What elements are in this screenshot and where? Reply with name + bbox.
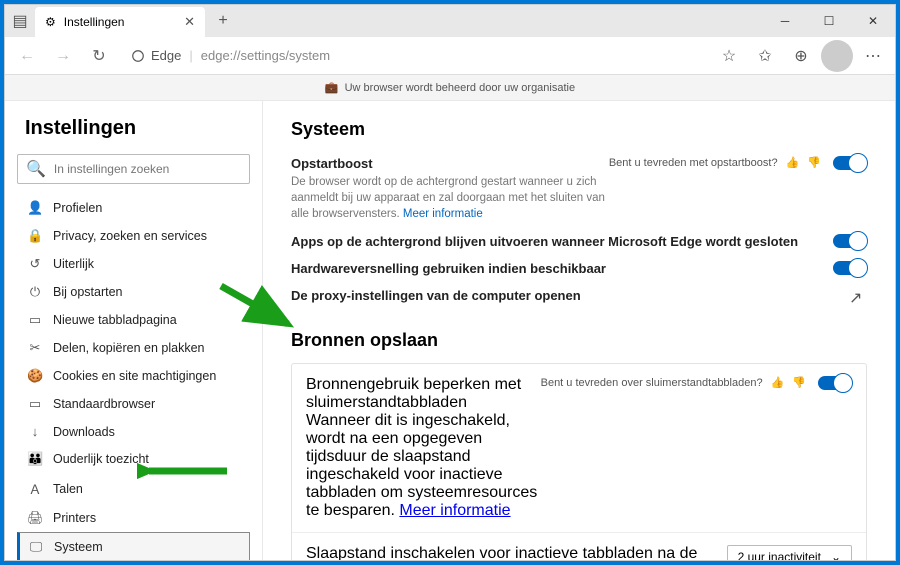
paint-icon: ↺ — [27, 256, 43, 272]
favorites-icon[interactable]: ✩ — [749, 40, 781, 72]
search-input[interactable] — [54, 162, 241, 176]
monitor-icon: 🖵 — [28, 539, 44, 555]
read-aloud-icon[interactable]: ☆ — [713, 40, 745, 72]
sleep-after-label: Slaapstand inschakelen voor inactieve ta… — [306, 545, 727, 560]
forward-button[interactable]: → — [47, 40, 79, 72]
gear-icon: ⚙ — [45, 15, 56, 29]
app-menu-icon[interactable]: ▤ — [5, 5, 35, 37]
sidebar-item-printers[interactable]: 🖨Printers — [17, 504, 250, 532]
hw-accel-label: Hardwareversnelling gebruiken indien bes… — [291, 261, 821, 276]
sidebar-item-downloads[interactable]: ↓Downloads — [17, 418, 250, 445]
bg-apps-toggle[interactable] — [833, 234, 867, 248]
resources-card: Bronnengebruik beperken met sluimerstand… — [291, 363, 867, 560]
download-icon: ↓ — [27, 424, 43, 439]
browser-tab[interactable]: ⚙ Instellingen ✕ — [35, 7, 205, 37]
maximize-button[interactable]: ☐ — [807, 5, 851, 37]
close-button[interactable]: ✕ — [851, 5, 895, 37]
proxy-label: De proxy-instellingen van de computer op… — [291, 288, 837, 303]
sidebar-item-cookies[interactable]: 🍪Cookies en site machtigingen — [17, 362, 250, 390]
sleeping-feedback: Bent u tevreden over sluimerstandtabblad… — [541, 376, 806, 389]
sleep-duration-select[interactable]: 2 uur inactiviteit ⌄ — [727, 545, 852, 560]
reload-button[interactable]: ↻ — [83, 40, 115, 72]
copy-icon: ✂ — [27, 340, 43, 356]
sidebar-item-privacy[interactable]: 🔒Privacy, zoeken en services — [17, 222, 250, 250]
printer-icon: 🖨 — [27, 510, 43, 526]
collections-icon[interactable]: ⊕ — [785, 40, 817, 72]
menu-button[interactable]: ⋯ — [857, 40, 889, 72]
thumbs-down-icon[interactable]: 👎 — [807, 156, 821, 169]
sleeping-more-link[interactable]: Meer informatie — [399, 502, 510, 519]
sleeping-tabs-label: Bronnengebruik beperken met sluimerstand… — [306, 376, 541, 412]
bg-apps-label: Apps op de achtergrond blijven uitvoeren… — [291, 234, 821, 249]
thumbs-up-icon[interactable]: 👍 — [786, 156, 800, 169]
tab-title: Instellingen — [64, 15, 176, 29]
sidebar-item-appearance[interactable]: ↺Uiterlijk — [17, 250, 250, 278]
startup-boost-desc: De browser wordt op de achtergrond gesta… — [291, 174, 609, 222]
startup-more-link[interactable]: Meer informatie — [403, 208, 483, 220]
briefcase-icon: 💼 — [325, 81, 339, 94]
person-icon: 👤 — [27, 200, 43, 216]
startup-boost-label: Opstartboost — [291, 156, 609, 171]
hw-accel-toggle[interactable] — [833, 261, 867, 275]
url-bar[interactable]: Edge | edge://settings/system — [119, 42, 709, 70]
sidebar-search[interactable]: 🔍 — [17, 154, 250, 184]
edge-logo: Edge — [131, 48, 181, 63]
startup-boost-toggle[interactable] — [833, 156, 867, 170]
cookie-icon: 🍪 — [27, 368, 43, 384]
sidebar-item-family[interactable]: 👪Ouderlijk toezicht — [17, 445, 250, 473]
thumbs-down-icon[interactable]: 👎 — [792, 376, 806, 389]
url-text: edge://settings/system — [201, 48, 330, 63]
settings-sidebar: Instellingen 🔍 👤Profielen 🔒Privacy, zoek… — [5, 101, 263, 560]
search-icon: 🔍 — [26, 159, 46, 179]
sleeping-tabs-desc: Wanneer dit is ingeschakeld, wordt na ee… — [306, 412, 541, 520]
sidebar-item-default[interactable]: ▭Standaardbrowser — [17, 390, 250, 418]
thumbs-up-icon[interactable]: 👍 — [771, 376, 785, 389]
new-tab-button[interactable]: + — [209, 7, 237, 35]
profile-avatar[interactable] — [821, 40, 853, 72]
browser-icon: ▭ — [27, 396, 43, 412]
power-icon: ⏻ — [27, 284, 43, 300]
chevron-down-icon: ⌄ — [831, 550, 841, 560]
language-icon: Ａ — [27, 479, 43, 498]
back-button[interactable]: ← — [11, 40, 43, 72]
titlebar: ▤ ⚙ Instellingen ✕ + ─ ☐ ✕ — [5, 5, 895, 37]
lock-icon: 🔒 — [27, 228, 43, 244]
tab-close-icon[interactable]: ✕ — [184, 14, 195, 30]
resources-heading: Bronnen opslaan — [291, 330, 867, 351]
settings-main: Systeem Opstartboost De browser wordt op… — [263, 101, 895, 560]
sidebar-heading: Instellingen — [17, 117, 250, 140]
tab-icon: ▭ — [27, 312, 43, 328]
sidebar-item-startup[interactable]: ⏻Bij opstarten — [17, 278, 250, 306]
minimize-button[interactable]: ─ — [763, 5, 807, 37]
sidebar-item-languages[interactable]: ＡTalen — [17, 473, 250, 504]
family-icon: 👪 — [27, 451, 43, 467]
external-link-icon[interactable]: ↗ — [849, 288, 867, 306]
startup-feedback: Bent u tevreden met opstartboost? 👍 👎 — [609, 156, 821, 169]
sidebar-item-system[interactable]: 🖵Systeem — [17, 532, 250, 560]
sidebar-item-profiles[interactable]: 👤Profielen — [17, 194, 250, 222]
org-notice-bar: 💼 Uw browser wordt beheerd door uw organ… — [5, 75, 895, 101]
sidebar-item-share[interactable]: ✂Delen, kopiëren en plakken — [17, 334, 250, 362]
page-heading: Systeem — [291, 119, 867, 140]
sidebar-item-newtab[interactable]: ▭Nieuwe tabbladpagina — [17, 306, 250, 334]
toolbar: ← → ↻ Edge | edge://settings/system ☆ ✩ … — [5, 37, 895, 75]
sleeping-tabs-toggle[interactable] — [818, 376, 852, 390]
